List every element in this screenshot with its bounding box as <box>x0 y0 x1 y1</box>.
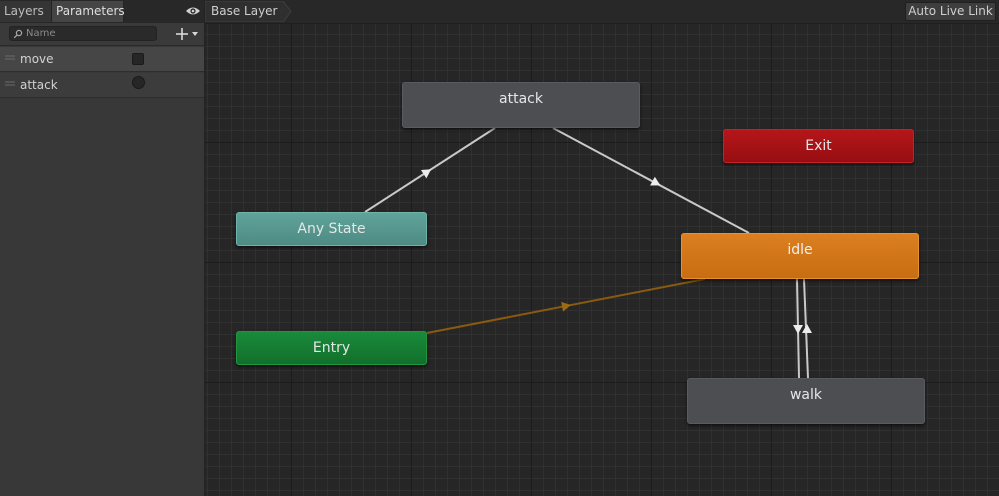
trigger-radio[interactable] <box>132 76 145 89</box>
state-label: idle <box>787 242 813 258</box>
transition-entry-to-idle[interactable] <box>426 278 706 334</box>
state-label: Any State <box>297 221 366 237</box>
parameter-name: move <box>20 52 54 66</box>
search-input[interactable] <box>26 27 154 40</box>
parameter-name: attack <box>20 78 58 92</box>
transition-arrow-icon <box>650 176 661 186</box>
state-label: Entry <box>312 340 351 356</box>
state-node-attack[interactable]: attack <box>402 82 640 128</box>
parameter-row-move[interactable]: move <box>0 47 204 72</box>
parameter-row-attack[interactable]: attack <box>0 73 204 98</box>
panel-tabs: Layers Parameters <box>0 0 204 24</box>
transition-arrow-icon <box>793 325 803 334</box>
tab-parameters[interactable]: Parameters <box>52 1 125 22</box>
transition-arrow-icon <box>420 169 432 179</box>
eye-icon[interactable] <box>185 5 201 17</box>
state-label: attack <box>499 91 543 107</box>
bool-checkbox[interactable] <box>132 53 144 65</box>
state-node-exit[interactable]: Exit <box>723 129 914 163</box>
state-label: walk <box>789 387 823 403</box>
search-box[interactable] <box>9 26 157 41</box>
transition-idle-to-walk[interactable] <box>793 278 803 379</box>
search-row <box>0 23 204 46</box>
drag-handle-icon[interactable] <box>5 81 15 87</box>
transition-attack-to-idle[interactable] <box>552 127 750 234</box>
animator-graph-canvas[interactable]: attack Any State Entry Exit idle walk <box>205 24 999 496</box>
transition-any-state-to-attack[interactable] <box>364 127 496 213</box>
state-node-any-state[interactable]: Any State <box>236 212 427 246</box>
tab-layers[interactable]: Layers <box>0 1 52 22</box>
auto-live-link-button[interactable]: Auto Live Link <box>905 2 996 21</box>
breadcrumb-base-layer[interactable]: Base Layer <box>211 4 278 18</box>
state-node-entry[interactable]: Entry <box>236 331 427 365</box>
graph-header: Base Layer Auto Live Link <box>205 0 999 24</box>
state-node-walk[interactable]: walk <box>687 378 925 424</box>
drag-handle-icon[interactable] <box>5 55 15 61</box>
state-label: Exit <box>805 138 832 154</box>
add-parameter-button[interactable] <box>174 25 202 43</box>
transition-walk-to-idle[interactable] <box>802 278 812 379</box>
left-panel: Layers Parameters move <box>0 0 205 496</box>
transition-arrow-icon <box>802 324 812 333</box>
state-node-idle[interactable]: idle <box>681 233 919 279</box>
search-icon <box>13 29 23 39</box>
